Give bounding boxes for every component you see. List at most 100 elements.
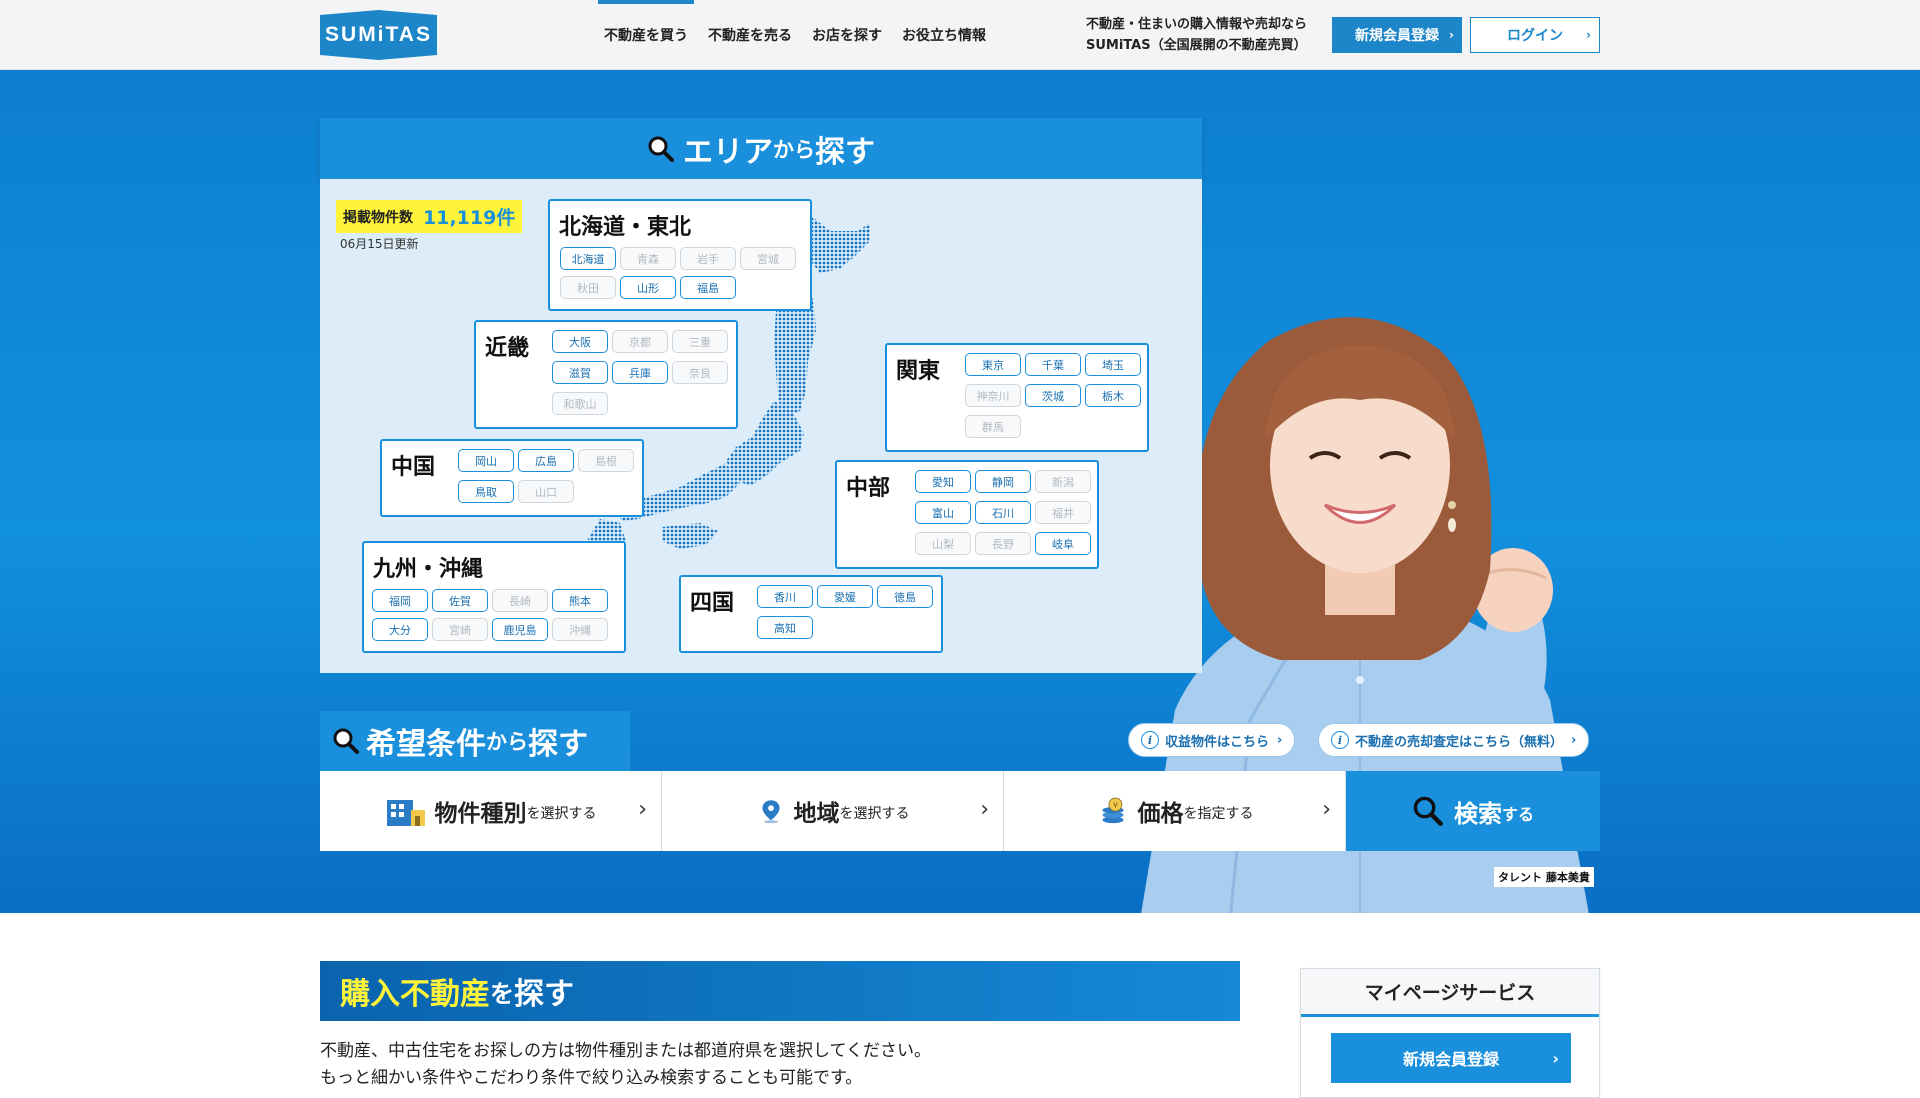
pref-okayama[interactable]: 岡山 — [458, 449, 514, 472]
pref-fukushima[interactable]: 福島 — [680, 276, 736, 299]
pref-fukuoka[interactable]: 福岡 — [372, 589, 428, 612]
pref-niigata: 新潟 — [1035, 470, 1091, 493]
pref-hyogo[interactable]: 兵庫 — [612, 361, 668, 384]
nav-buy[interactable]: 不動産を買う — [598, 0, 694, 70]
pref-miyagi: 宮城 — [740, 247, 796, 270]
search-button-sub: する — [1501, 805, 1534, 824]
pref-yamaguchi: 山口 — [518, 480, 574, 503]
purchase-section-title: 購入不動産を探す — [320, 961, 1240, 1021]
nav-find-store[interactable]: お店を探す — [806, 0, 888, 70]
mypage-service-box: マイページサービス 新規会員登録 › — [1300, 968, 1600, 1098]
chevron-right-icon: › — [1586, 28, 1591, 42]
pref-saga[interactable]: 佐賀 — [432, 589, 488, 612]
svg-text:¥: ¥ — [1112, 800, 1117, 810]
pref-ibaraki[interactable]: 茨城 — [1025, 384, 1081, 407]
pref-tokushima[interactable]: 徳島 — [877, 585, 933, 608]
listing-count-value: 11,119件 — [423, 207, 516, 229]
pref-hokkaido[interactable]: 北海道 — [560, 247, 616, 270]
pref-kochi[interactable]: 高知 — [757, 616, 813, 639]
pref-kagawa[interactable]: 香川 — [757, 585, 813, 608]
pref-chiba[interactable]: 千葉 — [1025, 353, 1081, 376]
pref-aichi[interactable]: 愛知 — [915, 470, 971, 493]
sumitas-logo[interactable]: SUMiTAS — [320, 10, 437, 60]
pref-wakayama: 和歌山 — [552, 392, 608, 415]
pref-tochigi[interactable]: 栃木 — [1085, 384, 1141, 407]
login-label: ログイン — [1507, 28, 1563, 44]
mypage-register-label: 新規会員登録 — [1402, 1050, 1499, 1069]
condition-search-bar: 物件種別 を選択する › 地域 を選択する › ¥ 価格 を指定する › 検索 … — [320, 771, 1600, 851]
pref-nagano: 長野 — [975, 532, 1031, 555]
area-title-main: エリア — [683, 134, 773, 170]
pref-nagasaki: 長崎 — [492, 589, 548, 612]
hero-section: エリア から 探す 掲載物件数 11,119件 06月15日更新 北海道・東北 … — [0, 70, 1920, 913]
property-type-select[interactable]: 物件種別 を選択する › — [320, 771, 662, 851]
desc-line2: もっと細かい条件やこだわり条件で絞り込み検索することも可能です。 — [320, 1068, 863, 1088]
region-sub: を選択する — [839, 806, 910, 822]
pref-kumamoto[interactable]: 熊本 — [552, 589, 608, 612]
search-button[interactable]: 検索 する — [1346, 771, 1600, 851]
chevron-right-icon: › — [1449, 28, 1454, 42]
talent-caption: タレント 藤本美貴 — [1494, 867, 1594, 887]
region-name: 中部 — [846, 476, 891, 501]
income-property-link[interactable]: i 収益物件はこちら › — [1128, 723, 1296, 757]
pref-shiga[interactable]: 滋賀 — [552, 361, 608, 384]
mypage-register-button[interactable]: 新規会員登録 › — [1331, 1033, 1571, 1083]
pref-toyama[interactable]: 富山 — [915, 501, 971, 524]
tagline-line1: 不動産・住まいの購入情報や売却なら — [1086, 17, 1308, 32]
area-search-panel: エリア から 探す 掲載物件数 11,119件 06月15日更新 北海道・東北 … — [320, 118, 1202, 673]
tagline-line2: SUMiTAS（全国展開の不動産売買） — [1086, 38, 1307, 53]
purchase-title-rest: 探す — [514, 977, 574, 1012]
appraisal-link-label: 不動産の売却査定はこちら（無料） — [1355, 734, 1564, 750]
pref-okinawa: 沖縄 — [552, 618, 608, 641]
area-title-from: から — [773, 137, 815, 162]
price-select[interactable]: ¥ 価格 を指定する › — [1004, 771, 1346, 851]
cond-title-from: から — [486, 730, 528, 754]
pref-kanagawa: 神奈川 — [965, 384, 1021, 407]
region-kanto: 関東 東京 千葉 埼玉 神奈川 茨城 栃木 群馬 — [885, 343, 1149, 452]
listing-count-label: 掲載物件数 — [343, 209, 413, 226]
region-select[interactable]: 地域 を選択する › — [662, 771, 1004, 851]
nav-sell[interactable]: 不動産を売る — [702, 0, 798, 70]
pref-nara: 奈良 — [672, 361, 728, 384]
pref-hiroshima[interactable]: 広島 — [518, 449, 574, 472]
pref-miyazaki: 宮崎 — [432, 618, 488, 641]
search-icon — [1413, 796, 1443, 826]
region-name: 四国 — [690, 591, 735, 616]
pref-tottori[interactable]: 鳥取 — [458, 480, 514, 503]
pref-ehime[interactable]: 愛媛 — [817, 585, 873, 608]
pref-yamanashi: 山梨 — [915, 532, 971, 555]
region-hokkaido-tohoku: 北海道・東北 北海道 青森 岩手 宮城 秋田 山形 福島 — [548, 199, 812, 311]
header-register-button[interactable]: 新規会員登録 › — [1332, 17, 1462, 53]
header-tagline: 不動産・住まいの購入情報や売却なら SUMiTAS（全国展開の不動産売買） — [1086, 14, 1307, 56]
pref-ishikawa[interactable]: 石川 — [975, 501, 1031, 524]
header-login-button[interactable]: ログイン › — [1470, 17, 1600, 53]
cond-title-search: 探す — [528, 727, 588, 762]
pref-saitama[interactable]: 埼玉 — [1085, 353, 1141, 376]
chevron-right-icon: › — [638, 797, 647, 822]
chevron-right-icon: › — [1571, 732, 1577, 748]
main-nav: 不動産を買う 不動産を売る お店を探す お役立ち情報 — [598, 0, 1000, 70]
pref-yamagata[interactable]: 山形 — [620, 276, 676, 299]
nav-useful-info[interactable]: お役立ち情報 — [896, 0, 992, 70]
appraisal-link[interactable]: i 不動産の売却査定はこちら（無料） › — [1318, 723, 1590, 757]
pref-gifu[interactable]: 岐阜 — [1035, 532, 1091, 555]
register-label: 新規会員登録 — [1355, 28, 1439, 44]
price-label: 価格 — [1137, 801, 1184, 827]
pref-kagoshima[interactable]: 鹿児島 — [492, 618, 548, 641]
pref-akita: 秋田 — [560, 276, 616, 299]
pref-gunma: 群馬 — [965, 415, 1021, 438]
site-header: SUMiTAS 不動産を買う 不動産を売る お店を探す お役立ち情報 不動産・住… — [0, 0, 1920, 70]
pref-tokyo[interactable]: 東京 — [965, 353, 1021, 376]
map-pin-icon — [761, 800, 780, 824]
pref-kyoto: 京都 — [612, 330, 668, 353]
purchase-title-yellow: 購入不動産 — [340, 977, 490, 1012]
region-name: 九州・沖縄 — [373, 557, 484, 582]
pref-mie: 三重 — [672, 330, 728, 353]
pref-shizuoka[interactable]: 静岡 — [975, 470, 1031, 493]
chevron-right-icon: › — [1322, 797, 1331, 822]
updated-date: 06月15日更新 — [340, 237, 419, 251]
pref-oita[interactable]: 大分 — [372, 618, 428, 641]
pref-osaka[interactable]: 大阪 — [552, 330, 608, 353]
region-name: 中国 — [391, 455, 436, 480]
region-name: 関東 — [896, 359, 941, 384]
